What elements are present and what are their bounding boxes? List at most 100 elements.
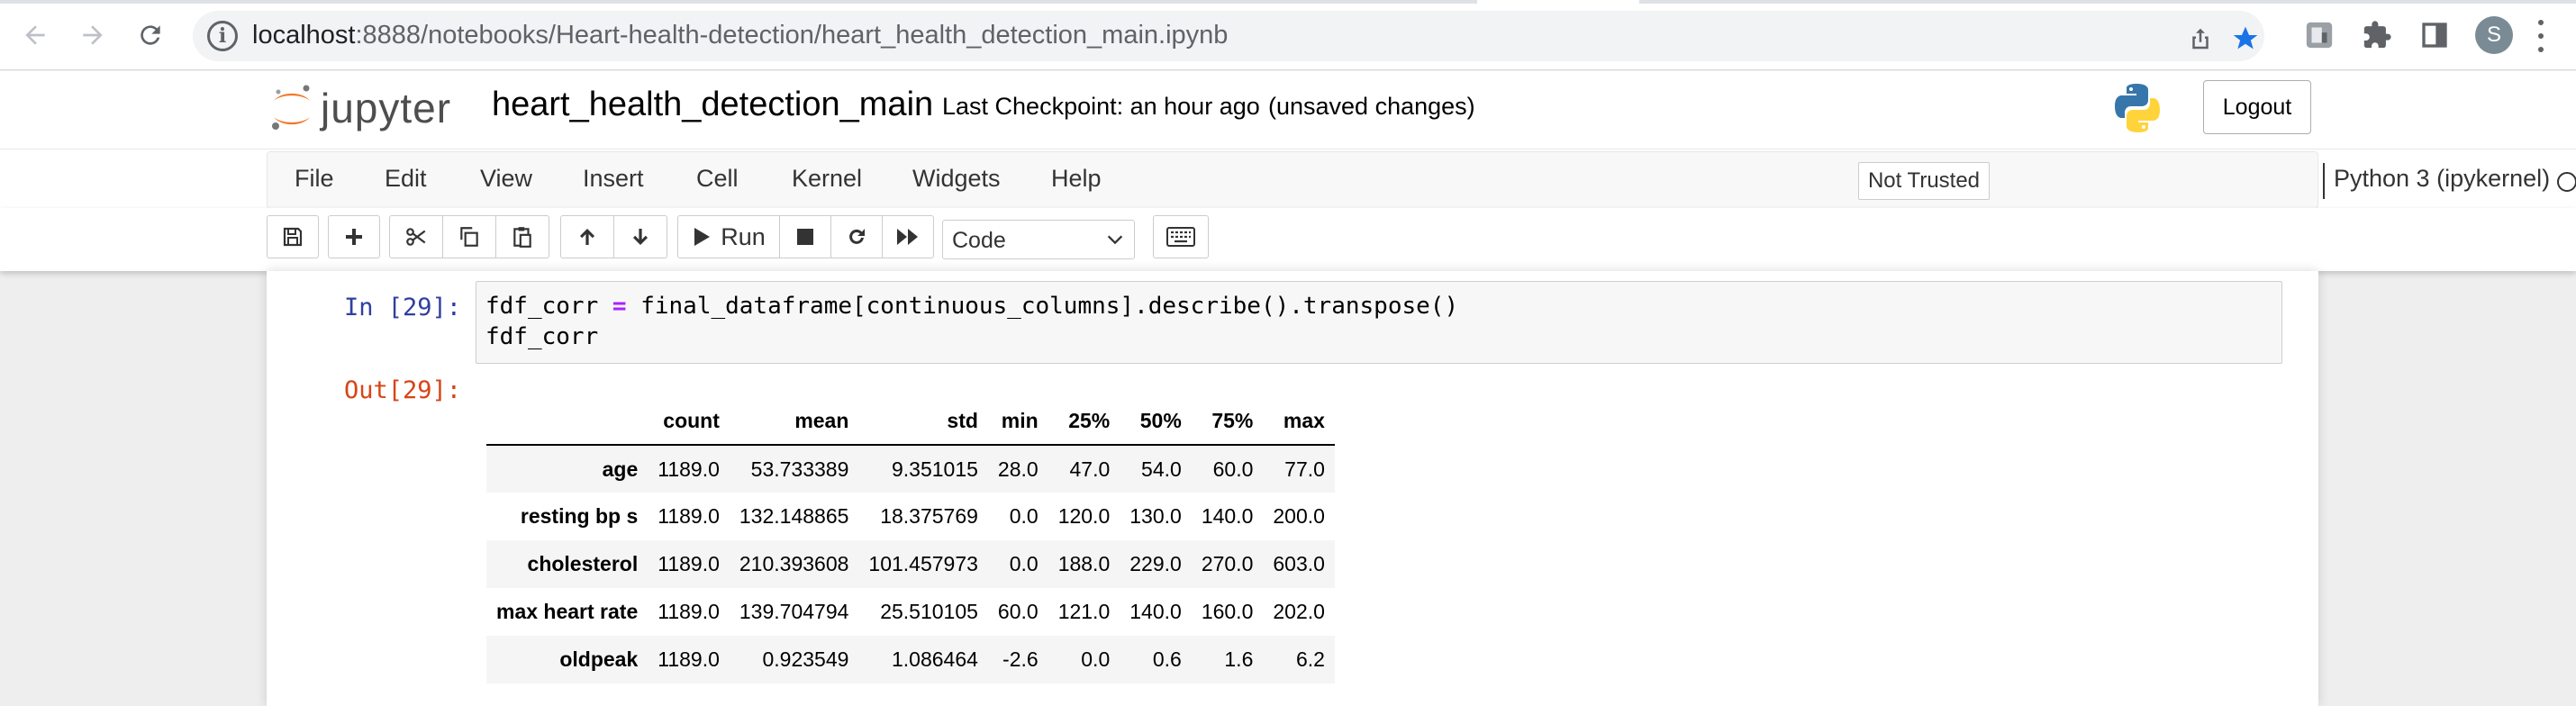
restart-kernel-button[interactable] (830, 215, 883, 258)
reload-button[interactable] (130, 14, 171, 56)
table-cell: 1189.0 (658, 552, 720, 575)
column-header: 75% (1191, 398, 1264, 446)
table-cell: 1.6 (1224, 647, 1254, 671)
run-label: Run (721, 222, 766, 250)
table-cell: 0.0 (1081, 647, 1111, 671)
share-icon[interactable] (2185, 23, 2216, 54)
row-index-label: resting bp s (520, 504, 639, 528)
arrow-up-icon (580, 229, 594, 245)
table-cell: 9.351015 (891, 457, 978, 481)
scissors-icon (406, 228, 426, 246)
kernel-name[interactable]: Python 3 (ipykernel) (2334, 165, 2550, 193)
menu-help[interactable]: Help (1051, 165, 1102, 193)
checkpoint-status: Last Checkpoint: an hour ago (942, 93, 1260, 120)
row-index-label: cholesterol (527, 552, 639, 575)
bookmark-star-icon[interactable] (2230, 23, 2261, 54)
table-cell: 1.086464 (891, 647, 978, 671)
notebook-title[interactable]: heart_health_detection_main (492, 86, 933, 124)
table-cell: 53.733389 (750, 457, 849, 481)
fast-forward-icon (897, 229, 918, 245)
move-down-button[interactable] (613, 215, 667, 258)
table-cell: 229.0 (1129, 552, 1182, 575)
arrow-left-icon (25, 25, 45, 45)
play-icon (694, 228, 711, 246)
menu-widgets[interactable]: Widgets (912, 165, 1001, 193)
url-path: :8888/notebooks/Heart-health-detection/h… (355, 21, 1229, 50)
save-button[interactable] (267, 215, 319, 258)
logout-button[interactable]: Logout (2203, 80, 2311, 134)
interrupt-kernel-button[interactable] (779, 215, 831, 258)
url-text[interactable]: localhost:8888/notebooks/Heart-health-de… (252, 21, 1228, 50)
table-cell: 0.6 (1152, 647, 1182, 671)
table-cell: 120.0 (1057, 504, 1111, 528)
reload-icon (141, 25, 160, 45)
table-cell: -2.6 (1002, 647, 1039, 671)
column-header: max (1263, 398, 1335, 446)
menu-view[interactable]: View (480, 165, 532, 193)
address-bar[interactable]: i localhost:8888/notebooks/Heart-health-… (193, 11, 2264, 61)
menu-edit[interactable]: Edit (385, 165, 427, 193)
stop-icon (797, 229, 813, 245)
row-index-label: age (602, 457, 639, 481)
column-header: 25% (1048, 398, 1120, 446)
cell-type-select[interactable]: Code (942, 220, 1135, 259)
menubar: File Edit View Insert Cell Kernel Widget… (267, 151, 2576, 209)
input-prompt: In [29]: (344, 294, 462, 321)
menu-kernel[interactable]: Kernel (792, 165, 862, 193)
jupyter-logo-icon (272, 85, 310, 130)
table-cell: 77.0 (1284, 457, 1325, 481)
column-header: mean (729, 398, 859, 446)
table-cell: 132.148865 (739, 504, 849, 528)
table-cell: 1189.0 (658, 504, 720, 528)
table-cell: 60.0 (1212, 457, 1254, 481)
dataframe-header: count mean std min 25% 50% 75% max (486, 398, 1335, 446)
browser-menu-icon[interactable] (2536, 20, 2545, 52)
command-palette-button[interactable] (1153, 215, 1209, 258)
paste-button[interactable] (495, 215, 549, 258)
browser-toolbar: i localhost:8888/notebooks/Heart-health-… (0, 0, 2576, 70)
table-cell: 47.0 (1069, 457, 1111, 481)
code-cell-editor[interactable]: fdf_corr = final_dataframe[continuous_co… (476, 281, 2282, 364)
profile-avatar[interactable]: S (2475, 16, 2513, 54)
table-cell: 18.375769 (880, 504, 978, 528)
plus-icon (346, 229, 362, 245)
menu-file[interactable]: File (295, 165, 334, 193)
restart-run-all-button[interactable] (882, 215, 934, 258)
info-icon[interactable]: i (207, 21, 238, 51)
menu-insert[interactable]: Insert (583, 165, 644, 193)
code-assignment-target: fdf_corr (485, 293, 612, 320)
table-cell: 139.704794 (739, 600, 849, 623)
extension-screenshot-icon[interactable] (2302, 18, 2336, 52)
trust-notebook-button[interactable]: Not Trusted (1858, 162, 1990, 200)
table-cell: 121.0 (1057, 600, 1111, 623)
python-logo-icon (2115, 84, 2160, 132)
jupyter-logo[interactable]: jupyter (270, 78, 451, 138)
dataframe-body: age 1189.0 53.733389 9.351015 28.0 47.0 54.0 60… (486, 445, 1335, 683)
back-button[interactable] (14, 14, 56, 56)
chevron-down-icon (1107, 235, 1123, 245)
row-index-label: oldpeak (559, 647, 639, 671)
table-cell: 188.0 (1057, 552, 1111, 575)
table-cell: 0.923549 (762, 647, 849, 671)
cut-button[interactable] (389, 215, 443, 258)
run-button[interactable]: Run (677, 215, 780, 258)
menubar-container: File Edit View Insert Cell Kernel Widget… (0, 149, 2576, 209)
table-cell: 210.393608 (739, 552, 849, 575)
table-cell: 0.0 (1009, 552, 1039, 575)
table-row: resting bp s 1189.0 132.148865 18.375769 0.0… (486, 493, 1335, 540)
copy-button[interactable] (442, 215, 496, 258)
code-line-2: fdf_corr (485, 323, 599, 350)
column-header: 50% (1120, 398, 1192, 446)
table-row: oldpeak 1189.0 0.923549 1.086464 -2.6 0.0 0.6 1… (486, 636, 1335, 683)
side-panel-icon[interactable] (2417, 18, 2452, 52)
table-cell: 0.0 (1009, 504, 1039, 528)
kernel-idle-indicator (2557, 172, 2576, 192)
insert-cell-button[interactable] (328, 215, 380, 258)
move-up-button[interactable] (560, 215, 614, 258)
puzzle-extensions-icon[interactable] (2360, 18, 2394, 52)
jupyter-header: jupyter heart_health_detection_main Last… (0, 71, 2576, 149)
forward-button[interactable] (72, 14, 113, 56)
table-cell: 25.510105 (880, 600, 978, 623)
table-cell: 603.0 (1273, 552, 1325, 575)
menu-cell[interactable]: Cell (696, 165, 739, 193)
